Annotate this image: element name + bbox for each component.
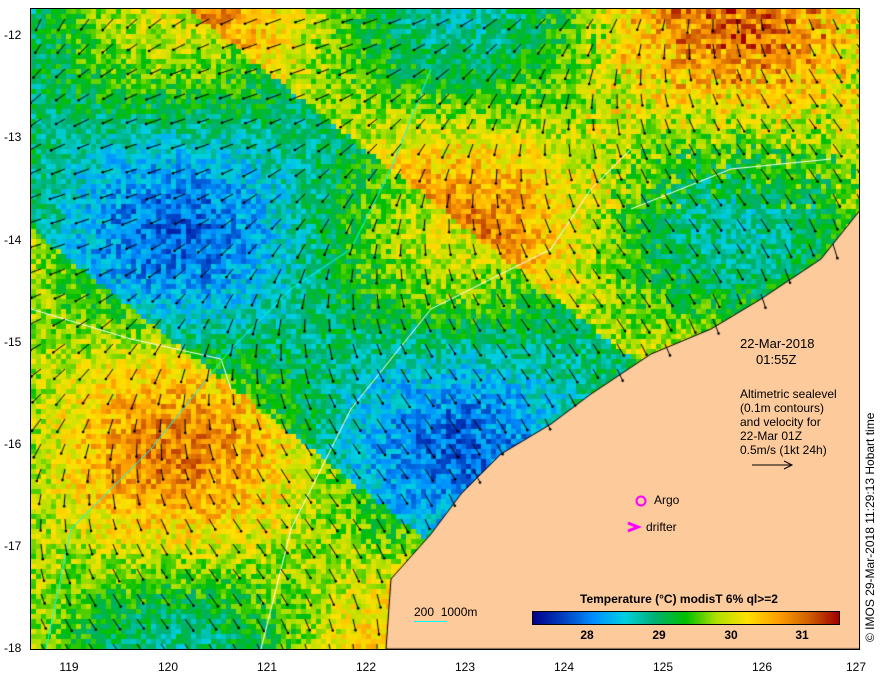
date-label: 22-Mar-2018: [740, 336, 815, 351]
colorbar: [532, 611, 840, 625]
lon-tick: 126: [751, 660, 773, 674]
colorbar-tick: 30: [724, 628, 738, 642]
velocity-scale-arrow-icon: [752, 460, 794, 470]
colorbar-tick: 28: [580, 628, 594, 642]
lat-tick: -18: [4, 641, 22, 655]
depth-200-line: [414, 621, 447, 622]
lon-tick: 127: [845, 660, 867, 674]
depth-legend-label: 200 1000m: [414, 605, 478, 619]
desc-line: 0.5m/s (1kt 24h): [740, 443, 827, 457]
sst-map[interactable]: [30, 8, 860, 650]
lon-tick: 121: [256, 660, 278, 674]
drifter-marker-icon: [627, 521, 642, 533]
sst-field: [31, 9, 859, 649]
colorbar-tick: 29: [652, 628, 666, 642]
lon-tick: 124: [553, 660, 575, 674]
lat-tick: -16: [4, 437, 22, 451]
lon-tick: 123: [454, 660, 476, 674]
time-label: 01:55Z: [756, 352, 797, 367]
lat-tick: -17: [4, 539, 22, 553]
colorbar-title: Temperature (°C) modisT 6% ql>=2: [580, 592, 778, 606]
credit-label: © IMOS 29-Mar-2018 11:29:13 Hobart time: [863, 412, 878, 642]
lat-tick: -15: [4, 335, 22, 349]
drifter-label: drifter: [646, 520, 677, 534]
colorbar-tick: 31: [795, 628, 809, 642]
lon-tick: 119: [59, 660, 79, 674]
lat-tick: -14: [4, 233, 22, 247]
lon-tick: 125: [652, 660, 674, 674]
lat-tick: -13: [4, 130, 22, 144]
lon-tick: 120: [157, 660, 179, 674]
lat-tick: -12: [4, 28, 22, 42]
lon-tick: 122: [355, 660, 377, 674]
argo-label: Argo: [654, 493, 680, 507]
argo-marker-icon: [635, 495, 647, 507]
